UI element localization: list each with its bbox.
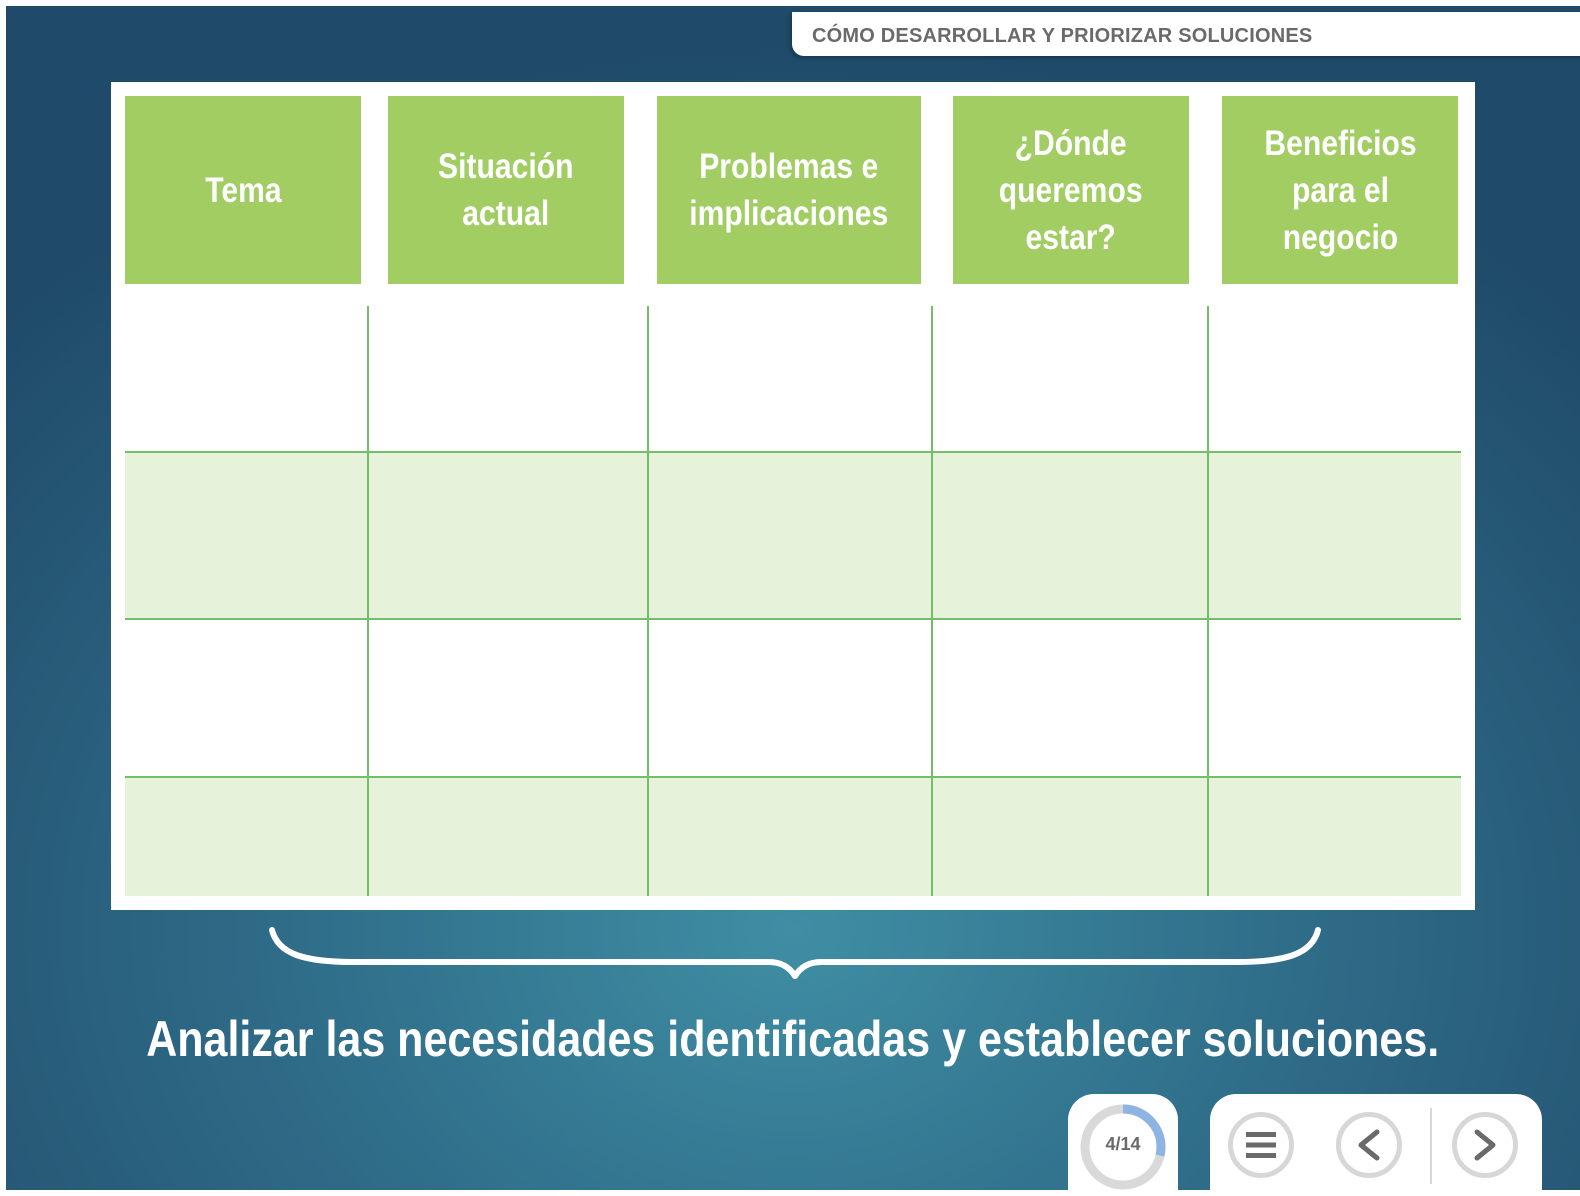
column-header-tema: Tema (125, 96, 361, 284)
column-divider (931, 306, 933, 896)
column-header-donde-queremos-estar: ¿Dónde queremos estar? (953, 96, 1189, 284)
column-divider (1207, 306, 1209, 896)
next-button[interactable] (1452, 1112, 1518, 1178)
column-header-beneficios: Beneficios para el negocio (1222, 96, 1458, 284)
table-row (125, 777, 1461, 896)
comparison-table: Tema Situación actual Problemas e implic… (111, 82, 1475, 910)
next-icon (1474, 1129, 1496, 1161)
column-divider (647, 306, 649, 896)
row-divider (125, 451, 1461, 453)
page-counter-panel: 4/14 (1068, 1094, 1178, 1190)
column-header-problemas: Problemas e implicaciones (657, 96, 921, 284)
title-tab: CÓMO DESARROLLAR Y PRIORIZAR SOLUCIONES (792, 12, 1580, 56)
slide-caption: Analizar las necesidades identificadas y… (146, 1011, 1440, 1067)
navigation-panel (1210, 1094, 1542, 1190)
nav-separator (1430, 1108, 1432, 1184)
column-divider (367, 306, 369, 896)
table-row (125, 619, 1461, 777)
page-counter: 4/14 (1105, 1134, 1141, 1154)
menu-icon (1246, 1132, 1276, 1158)
row-divider (125, 776, 1461, 778)
curly-brace-icon (269, 927, 1321, 979)
slide-stage: CÓMO DESARROLLAR Y PRIORIZAR SOLUCIONES … (6, 6, 1580, 1190)
table-row (125, 452, 1461, 618)
column-header-situacion-actual: Situación actual (388, 96, 624, 284)
menu-button[interactable] (1228, 1112, 1294, 1178)
previous-icon (1358, 1129, 1380, 1161)
slide-title: CÓMO DESARROLLAR Y PRIORIZAR SOLUCIONES (812, 25, 1313, 47)
previous-button[interactable] (1336, 1112, 1402, 1178)
row-divider (125, 618, 1461, 620)
table-row (125, 306, 1461, 452)
